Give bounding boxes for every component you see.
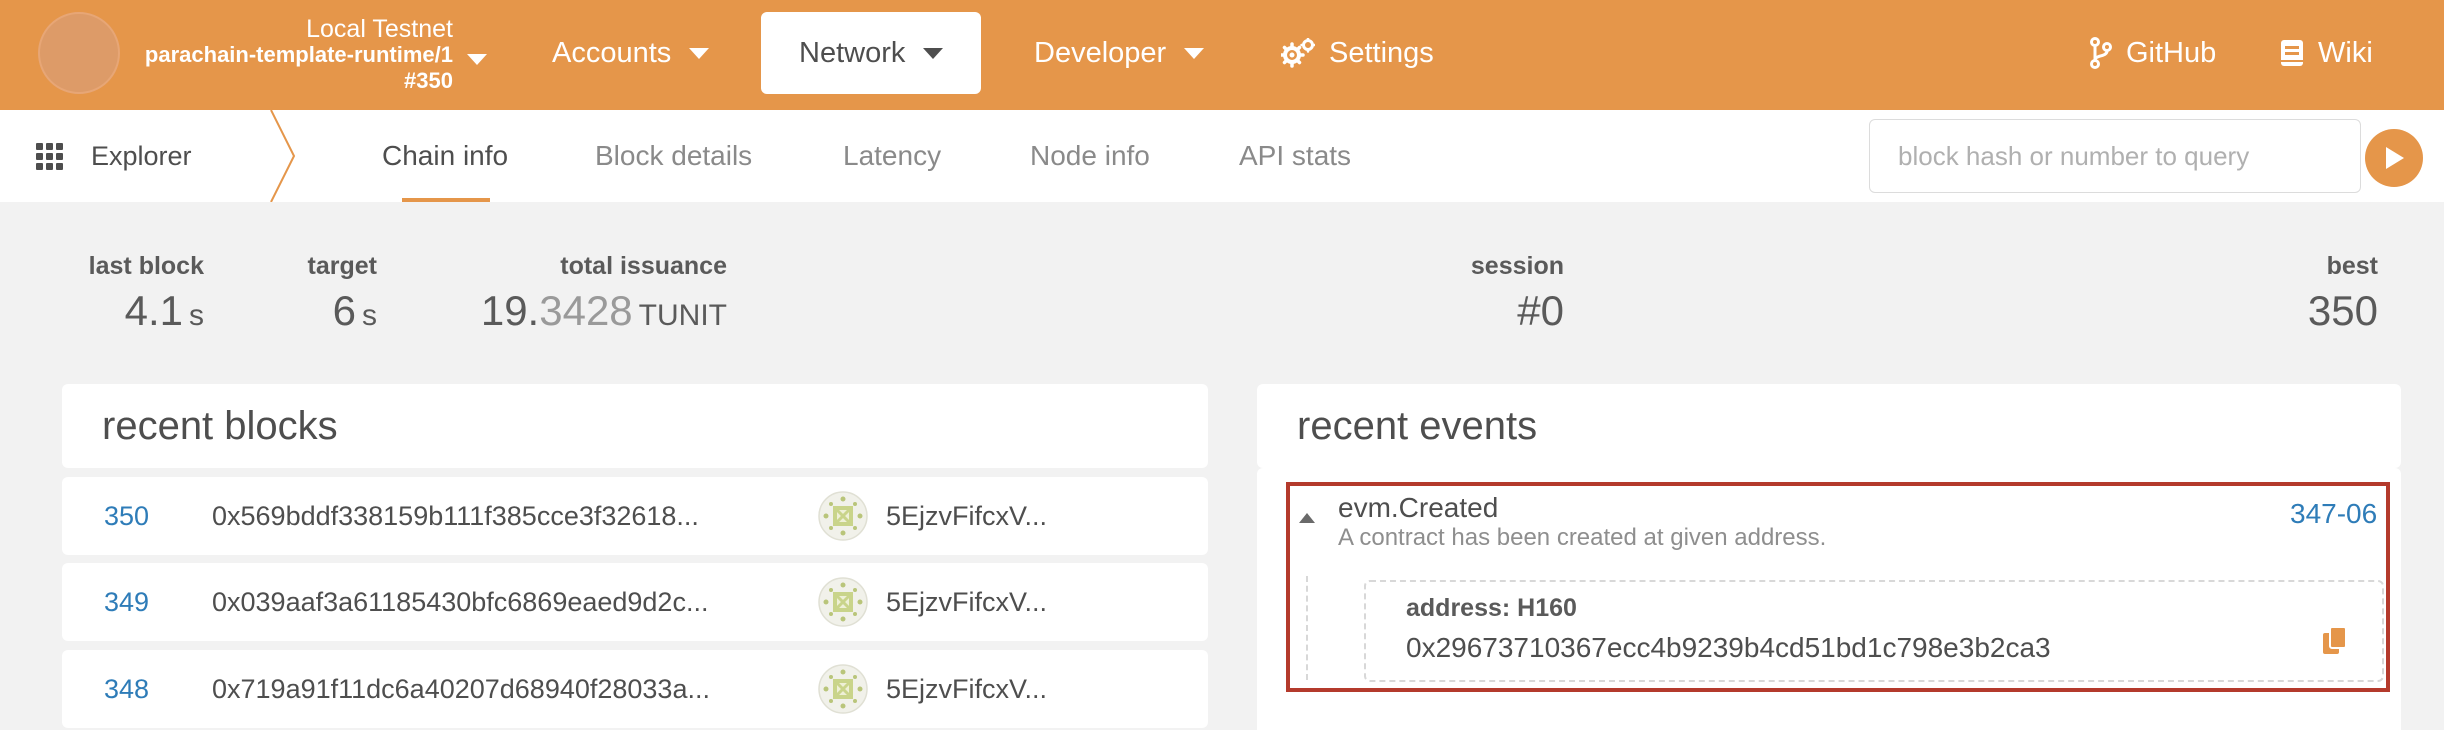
recent-blocks-header: recent blocks	[62, 384, 1208, 468]
menu-accounts-label: Accounts	[552, 36, 672, 69]
block-query-input[interactable]	[1869, 119, 2361, 193]
stat-target-unit: s	[362, 299, 377, 332]
gear-icon	[1281, 38, 1315, 68]
triangle-up-icon[interactable]	[1298, 512, 1316, 524]
tab-latency[interactable]: Latency	[843, 110, 941, 202]
tab-chain-info[interactable]: Chain info	[382, 110, 508, 202]
menu-network-label: Network	[799, 36, 906, 69]
tab-node-info[interactable]: Node info	[1030, 110, 1150, 202]
stat-last-block-unit: s	[189, 299, 204, 332]
block-row: 350 0x569bddf338159b111f385cce3f32618...…	[62, 477, 1208, 555]
copy-icon[interactable]	[2322, 626, 2348, 656]
stat-last-block: last block 4.1 s	[89, 252, 204, 335]
block-number-link[interactable]: 348	[104, 650, 149, 728]
menu-settings-label: Settings	[1329, 36, 1434, 69]
block-hash: 0x569bddf338159b111f385cce3f32618...	[212, 500, 699, 531]
active-tab-underline	[402, 198, 490, 202]
identicon-icon	[818, 664, 868, 714]
wiki-link[interactable]: Wiki	[2280, 12, 2391, 94]
tab-block-details[interactable]: Block details	[595, 110, 752, 202]
stat-total-issuance: total issuance 19.3428 TUNIT	[481, 252, 727, 335]
explorer-label: Explorer	[91, 140, 192, 171]
chain-selector[interactable]: Local Testnet parachain-template-runtime…	[142, 12, 487, 98]
block-row: 349 0x039aaf3a61185430bfc6869eaed9d2c...…	[62, 563, 1208, 641]
stat-session: session #0	[1471, 252, 1564, 335]
chevron-down-icon	[689, 47, 710, 59]
recent-blocks-title: recent blocks	[102, 403, 338, 448]
menu-developer-label: Developer	[1034, 36, 1167, 69]
stat-total-issuance-value: 19.	[480, 287, 540, 334]
top-bar: Local Testnet parachain-template-runtime…	[0, 0, 2444, 110]
chevron-down-icon	[923, 47, 944, 59]
event-param-value: 0x29673710367ecc4b9239b4cd51bd1c798e3b2c…	[1406, 632, 2051, 663]
block-row: 348 0x719a91f11dc6a40207d68940f28033a...…	[62, 650, 1208, 728]
event-params-guide	[1306, 576, 1366, 680]
block-author[interactable]: 5EjzvFifcxV...	[886, 477, 1047, 555]
stat-best-label: best	[2326, 252, 2378, 280]
stat-total-issuance-label: total issuance	[560, 252, 727, 280]
menu-accounts[interactable]: Accounts	[552, 12, 710, 94]
block-hash: 0x039aaf3a61185430bfc6869eaed9d2c...	[212, 586, 709, 617]
stat-best-value: 350	[2307, 287, 2378, 334]
event-block-link[interactable]: 347-06	[2290, 498, 2377, 530]
github-branch-icon	[2090, 37, 2112, 69]
stat-total-issuance-decimals: 3428	[539, 287, 633, 334]
chain-name: Local Testnet	[306, 15, 453, 43]
block-number-link[interactable]: 350	[104, 477, 149, 555]
chain-runtime: parachain-template-runtime/1	[144, 42, 453, 67]
query-submit-button[interactable]	[2365, 129, 2423, 187]
menu-developer[interactable]: Developer	[1034, 12, 1205, 94]
recent-events-header: recent events	[1257, 384, 2401, 468]
event-name[interactable]: evm.Created	[1338, 492, 1498, 524]
stat-total-issuance-unit: TUNIT	[638, 299, 727, 332]
breadcrumb-chevron	[270, 110, 296, 202]
event-card	[1257, 712, 2401, 730]
stat-last-block-value: 4.1	[124, 287, 183, 334]
github-link[interactable]: GitHub	[2090, 12, 2234, 94]
chevron-down-icon	[467, 54, 487, 65]
wiki-label: Wiki	[2318, 36, 2373, 69]
stat-target-value: 6	[332, 287, 356, 334]
event-param-label: address: H160	[1406, 594, 1577, 622]
apps-grid-icon	[36, 142, 63, 170]
menu-settings[interactable]: Settings	[1281, 12, 1452, 94]
stat-target: target 6s	[308, 252, 377, 335]
block-number-link[interactable]: 349	[104, 563, 149, 641]
explorer-crumb[interactable]: Explorer	[36, 110, 192, 202]
chain-block-number: #350	[404, 68, 453, 93]
identicon-icon	[818, 491, 868, 541]
identicon-icon	[818, 577, 868, 627]
github-label: GitHub	[2126, 36, 2217, 69]
event-description: A contract has been created at given add…	[1338, 524, 1827, 551]
block-author[interactable]: 5EjzvFifcxV...	[886, 650, 1047, 728]
stat-last-block-label: last block	[88, 252, 204, 280]
chevron-down-icon	[1184, 47, 1205, 59]
stat-target-label: target	[307, 252, 377, 280]
stat-best: best 350	[2308, 252, 2378, 335]
tab-api-stats[interactable]: API stats	[1239, 110, 1351, 202]
sub-navigation: Explorer Chain info Block details Latenc…	[0, 110, 2444, 202]
chain-logo[interactable]	[38, 12, 120, 94]
book-icon	[2280, 39, 2304, 67]
recent-events-title: recent events	[1297, 403, 1538, 448]
stat-session-label: session	[1470, 252, 1564, 280]
menu-network[interactable]: Network	[761, 12, 982, 94]
block-hash: 0x719a91f11dc6a40207d68940f28033a...	[212, 673, 710, 704]
play-icon	[2386, 147, 2404, 169]
stat-session-value: #0	[1517, 287, 1564, 334]
block-author[interactable]: 5EjzvFifcxV...	[886, 563, 1047, 641]
